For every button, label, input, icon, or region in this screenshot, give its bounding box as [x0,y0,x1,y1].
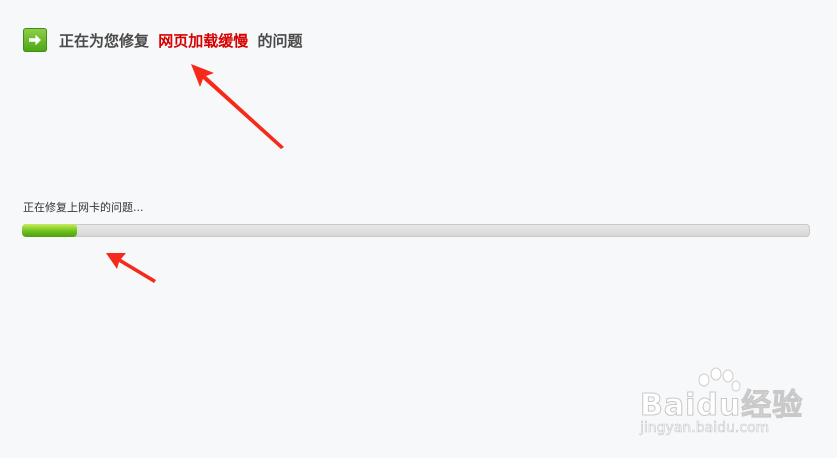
annotation-arrow-progress [106,253,156,283]
title-highlight: 网页加载缓慢 [158,31,249,50]
watermark-logo: Baidu经验 [639,388,804,424]
annotation-arrow-title [191,64,284,149]
header: 正在为您修复 网页加载缓慢 的问题 [23,28,303,52]
title-suffix: 的问题 [257,31,303,50]
page-title: 正在为您修复 网页加载缓慢 的问题 [59,30,303,51]
title-prefix: 正在为您修复 [59,31,150,50]
repair-page: 正在为您修复 网页加载缓慢 的问题 正在修复上网卡的问题... Baidu经验 … [0,0,837,458]
arrow-right-icon [23,28,47,52]
baidu-jingyan-watermark: Baidu经验 jingyan.baidu.com [639,366,820,446]
progress-status-text: 正在修复上网卡的问题... [23,201,144,214]
progress-fill [22,224,78,237]
progress-bar [22,224,810,237]
watermark-url: jingyan.baidu.com [640,420,770,437]
